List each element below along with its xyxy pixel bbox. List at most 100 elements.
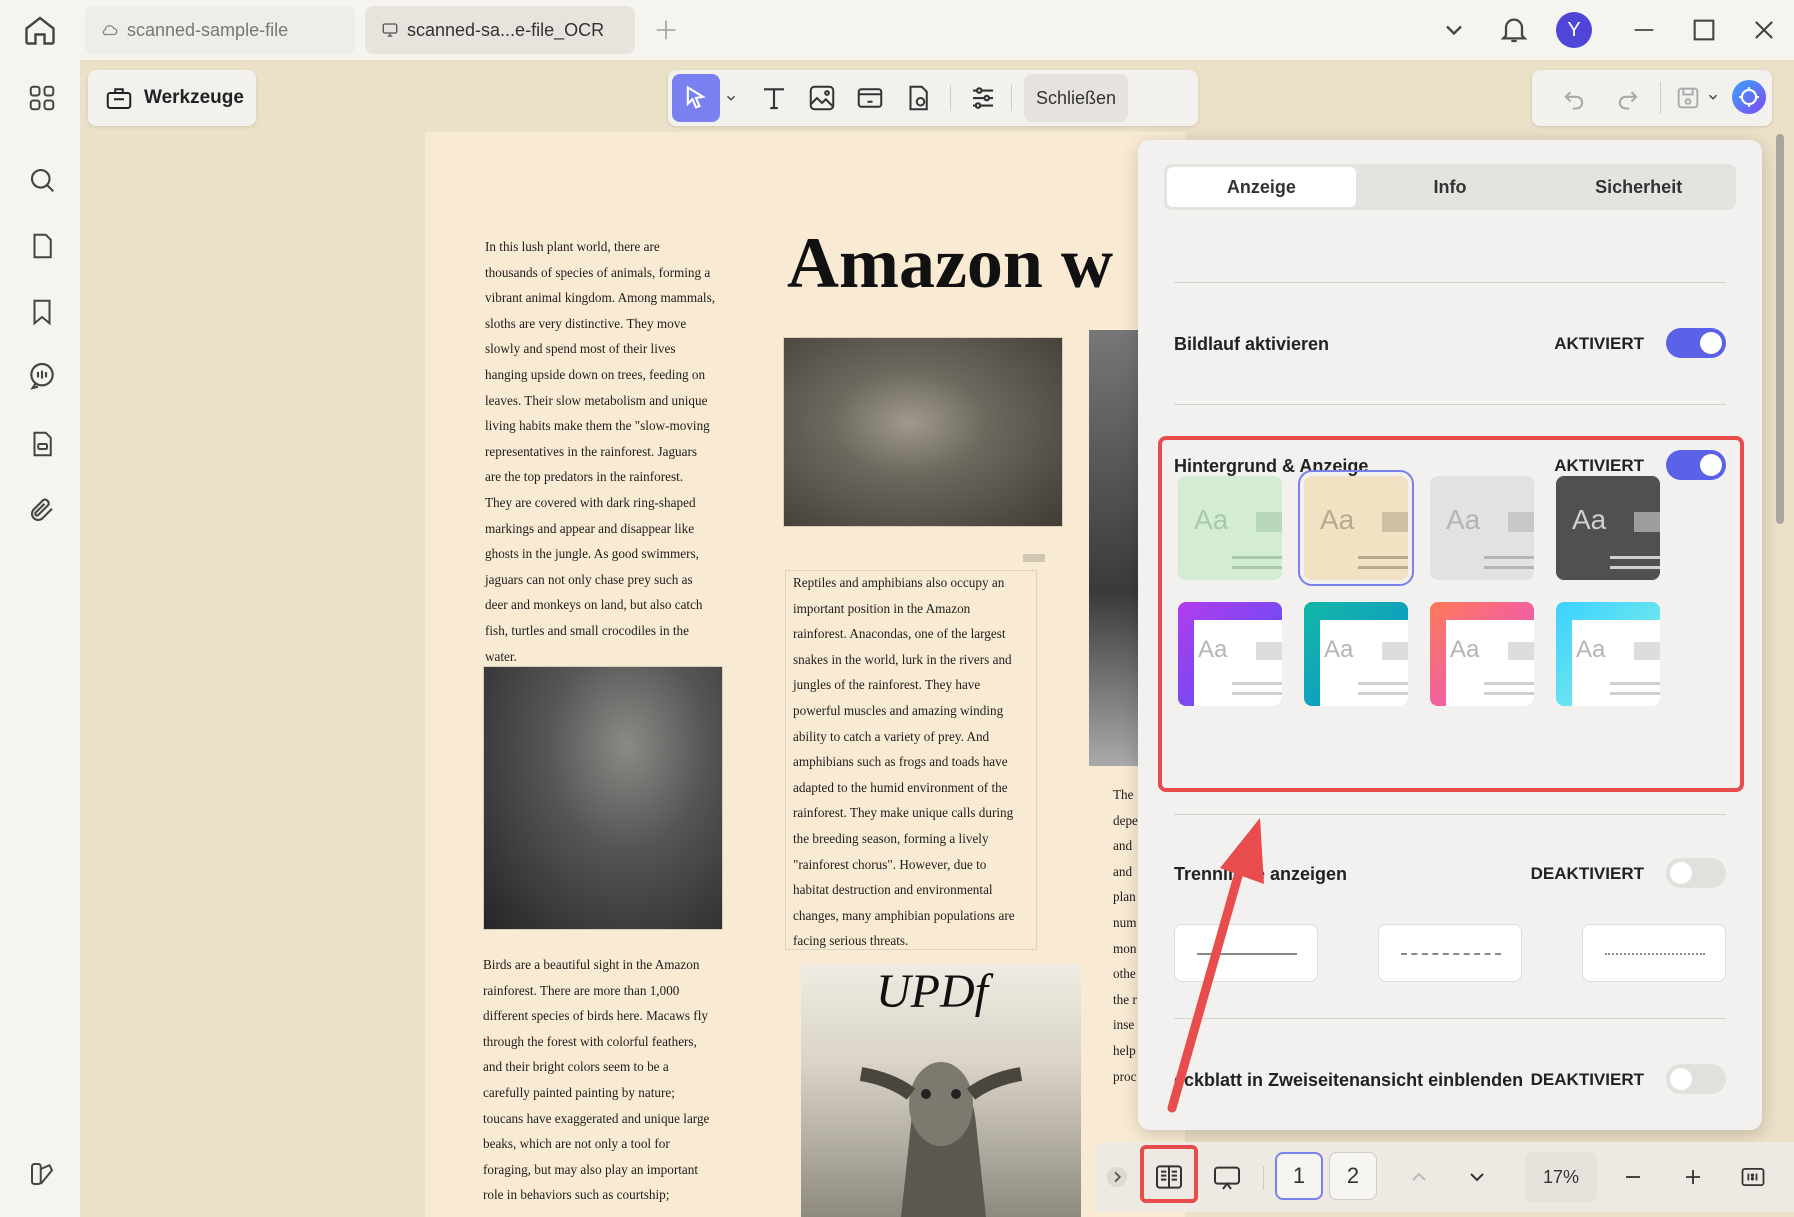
tools-label: Werkzeuge: [144, 87, 244, 108]
background-toggle[interactable]: [1666, 450, 1726, 480]
next-page-icon[interactable]: [1459, 1152, 1495, 1202]
text-column-1-bottom: Birds are a beautiful sight in the Amazo…: [483, 952, 709, 1208]
pdf-page[interactable]: Amazon w In this lush plant world, there…: [425, 132, 1185, 1217]
left-sidebar: [0, 60, 80, 1217]
separator-dashed-option[interactable]: [1378, 924, 1522, 982]
text-line: sloths are very distinctive. They move: [485, 315, 687, 331]
minimize-icon[interactable]: [1630, 16, 1658, 44]
redo-icon[interactable]: [1614, 84, 1642, 112]
tab-scanned-sample-file-ocr[interactable]: scanned-sa...e-file_OCR: [365, 6, 635, 54]
theme-option-7[interactable]: Aa: [1430, 602, 1534, 706]
theme-option-6[interactable]: Aa: [1304, 602, 1408, 706]
bell-icon[interactable]: [1498, 12, 1530, 46]
text-line: different species of birds here. Macaws …: [483, 1008, 708, 1024]
text-tool-icon[interactable]: [750, 74, 798, 122]
stamp-tool-icon[interactable]: [894, 74, 942, 122]
tools-button[interactable]: Werkzeuge: [88, 70, 256, 126]
theme-option-3[interactable]: Aa: [1430, 476, 1534, 580]
toolbar-divider: [1660, 82, 1661, 114]
zoom-out-icon[interactable]: [1615, 1152, 1651, 1202]
text-line: the r: [1113, 991, 1137, 1007]
giraffe-illustration: [859, 1062, 1023, 1217]
page-icon[interactable]: [22, 226, 62, 266]
text-line: Birds are a beautiful sight in the Amazo…: [483, 957, 700, 972]
layers-icon[interactable]: [22, 1154, 62, 1194]
zoom-in-icon[interactable]: [1675, 1152, 1711, 1202]
tab-sicherheit[interactable]: Sicherheit: [1544, 167, 1733, 207]
link-tool-icon[interactable]: [846, 74, 894, 122]
text-line: beaks, which are not only a tool for: [483, 1136, 670, 1152]
text-line: adapted to the humid environment of the: [793, 779, 1008, 795]
cover-state: DEAKTIVIERT: [1530, 1070, 1644, 1089]
search-icon[interactable]: [22, 160, 62, 200]
text-line: They are covered with dark ring-shaped: [485, 494, 696, 510]
home-icon[interactable]: [22, 12, 58, 48]
separator-dotted-option[interactable]: [1582, 924, 1726, 982]
tab-scanned-sample-file[interactable]: scanned-sample-file: [85, 6, 355, 54]
vertical-scrollbar[interactable]: [1776, 134, 1784, 524]
text-line: carefully painted painting by nature;: [483, 1084, 675, 1100]
text-line: rainforest. They make unique calls durin…: [793, 805, 1014, 821]
text-line: changes, many amphibian populations are: [793, 907, 1015, 923]
theme-sample-text: Aa: [1320, 504, 1355, 535]
bottom-divider: [1263, 1166, 1264, 1190]
separator-state: DEAKTIVIERT: [1530, 864, 1644, 883]
new-tab-icon[interactable]: [652, 16, 680, 44]
theme-option-4[interactable]: Aa: [1556, 476, 1660, 580]
theme-option-8[interactable]: Aa: [1556, 602, 1660, 706]
text-line: markings and appear and disappear like: [485, 520, 695, 536]
scroll-toggle[interactable]: [1666, 328, 1726, 358]
cover-toggle[interactable]: [1666, 1064, 1726, 1094]
page-2-button[interactable]: 2: [1329, 1152, 1377, 1200]
ai-assistant-icon[interactable]: [1732, 80, 1766, 114]
close-window-icon[interactable]: [1750, 16, 1778, 44]
text-line: rainforest. Anacondas, one of the larges…: [793, 626, 1006, 642]
text-line: deer and monkeys on land, but also catch: [485, 597, 703, 613]
bottom-bar: 1 2 17%: [1095, 1142, 1794, 1212]
attachment-icon[interactable]: [22, 490, 62, 530]
text-line: toucans have exaggerated and unique larg…: [483, 1110, 710, 1126]
select-tool-button[interactable]: [672, 74, 720, 122]
avatar[interactable]: Y: [1556, 12, 1592, 48]
toggle-knob: [1700, 454, 1722, 476]
bookmark-icon[interactable]: [22, 292, 62, 332]
text-line: powerful muscles and amazing winding: [793, 702, 1004, 718]
theme-sample-text: Aa: [1324, 636, 1354, 663]
text-line: The: [1113, 787, 1134, 802]
theme-option-1[interactable]: Aa: [1178, 476, 1282, 580]
actual-size-icon[interactable]: [1735, 1152, 1771, 1202]
text-line: rainforest. There are more than 1,000: [483, 982, 680, 998]
chevron-down-icon[interactable]: [1440, 16, 1468, 44]
text-column-1-top: In this lush plant world, there are thous…: [485, 234, 715, 669]
text-line: snakes in the world, lurk in the rivers …: [793, 651, 1012, 667]
prev-page-icon[interactable]: [1401, 1152, 1437, 1202]
select-dropdown-icon[interactable]: [720, 91, 742, 105]
maximize-icon[interactable]: [1690, 16, 1718, 44]
theme-option-2[interactable]: Aa: [1298, 470, 1414, 586]
image-tool-icon[interactable]: [798, 74, 846, 122]
theme-option-5[interactable]: Aa: [1178, 602, 1282, 706]
close-edit-button[interactable]: Schließen: [1024, 74, 1129, 122]
tab-anzeige[interactable]: Anzeige: [1167, 167, 1356, 207]
text-line: hanging upside down on trees, feeding on: [485, 366, 706, 382]
save-icon[interactable]: [1674, 84, 1702, 112]
tab-info[interactable]: Info: [1356, 167, 1545, 207]
presentation-icon[interactable]: [1203, 1152, 1251, 1202]
panel-tabs: Anzeige Info Sicherheit: [1164, 164, 1736, 210]
text-line: leaves. Their slow metabolism and unique: [485, 392, 708, 408]
save-dropdown-icon[interactable]: [1706, 90, 1720, 104]
thumbnails-grid-icon[interactable]: [22, 78, 62, 118]
toolbox-icon: [104, 83, 134, 113]
expand-chevron-icon[interactable]: [1105, 1152, 1129, 1202]
settings-sliders-icon[interactable]: [959, 74, 1007, 122]
separator-toggle[interactable]: [1666, 858, 1726, 888]
text-line: jaguars can not only chase prey such as: [485, 571, 693, 587]
text-line: the breeding season, forming a lively: [793, 830, 989, 846]
document-form-icon[interactable]: [22, 424, 62, 464]
text-line: through the forest with colorful feather…: [483, 1033, 697, 1049]
page-1-button[interactable]: 1: [1275, 1152, 1323, 1200]
undo-icon[interactable]: [1560, 84, 1588, 112]
comment-icon[interactable]: [22, 356, 62, 396]
theme-sample-text: Aa: [1450, 636, 1480, 663]
zoom-value[interactable]: 17%: [1525, 1152, 1597, 1202]
